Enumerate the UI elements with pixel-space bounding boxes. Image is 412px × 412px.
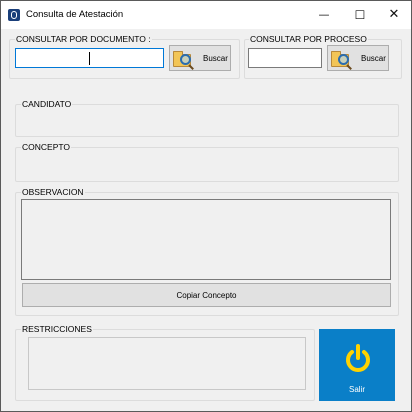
document-search-button-label: Buscar bbox=[203, 54, 228, 63]
copy-concept-button-label: Copiar Concepto bbox=[176, 291, 237, 300]
document-input[interactable] bbox=[15, 48, 164, 68]
restricciones-label: RESTRICCIONES bbox=[21, 324, 93, 334]
maximize-button[interactable]: ☐ bbox=[342, 1, 378, 29]
document-search-button[interactable]: Buscar bbox=[169, 45, 231, 71]
concepto-label: CONCEPTO bbox=[21, 142, 72, 152]
restricciones-box[interactable] bbox=[28, 337, 306, 390]
app-logo-icon bbox=[8, 9, 20, 21]
observacion-label: OBSERVACION bbox=[21, 187, 85, 197]
exit-button[interactable]: Salir bbox=[319, 329, 395, 401]
window-title: Consulta de Atestación bbox=[26, 9, 124, 20]
observacion-textarea[interactable] bbox=[21, 199, 391, 280]
process-search-label: CONSULTAR POR PROCESO bbox=[249, 34, 368, 44]
process-input[interactable] bbox=[248, 48, 322, 68]
document-search-label: CONSULTAR POR DOCUMENTO : bbox=[15, 34, 152, 44]
text-caret bbox=[89, 52, 90, 65]
concepto-value bbox=[23, 159, 383, 171]
candidato-value bbox=[23, 115, 383, 127]
magnifier-icon bbox=[338, 54, 349, 65]
title-bar: Consulta de Atestación — ☐ ✕ bbox=[1, 1, 411, 29]
copy-concept-button[interactable]: Copiar Concepto bbox=[22, 283, 391, 307]
process-search-button-label: Buscar bbox=[361, 54, 386, 63]
close-button[interactable]: ✕ bbox=[376, 1, 412, 29]
process-search-button[interactable]: Buscar bbox=[327, 45, 389, 71]
exit-button-label: Salir bbox=[348, 385, 365, 394]
magnifier-icon bbox=[180, 54, 191, 65]
power-icon bbox=[346, 344, 370, 372]
app-window: Consulta de Atestación — ☐ ✕ CONSULTAR P… bbox=[0, 0, 412, 412]
minimize-button[interactable]: — bbox=[306, 1, 342, 29]
candidato-label: CANDIDATO bbox=[21, 99, 73, 109]
